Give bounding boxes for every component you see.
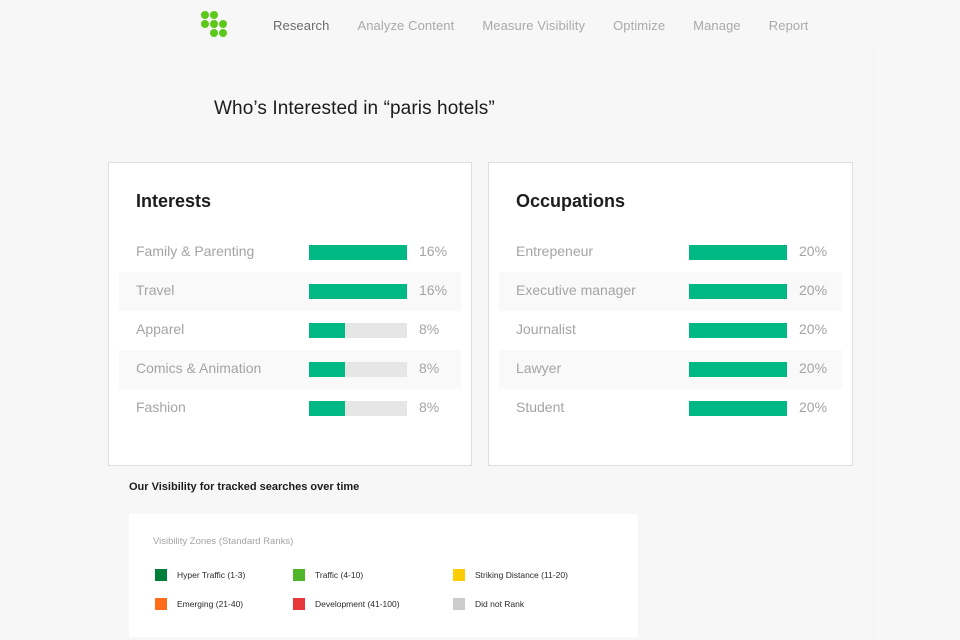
main-nav: Research Analyze Content Measure Visibil… bbox=[273, 18, 836, 33]
legend-item-traffic: Traffic (4-10) bbox=[293, 569, 363, 581]
occupation-row: Entrepeneur 20% bbox=[499, 233, 842, 272]
occupations-card: Occupations Entrepeneur 20% Executive ma… bbox=[488, 162, 853, 466]
nav-item-research[interactable]: Research bbox=[273, 18, 329, 33]
occupation-label: Journalist bbox=[516, 321, 576, 337]
occupation-bar-fill bbox=[689, 245, 787, 260]
legend-label: Traffic (4-10) bbox=[315, 570, 364, 580]
occupation-bar-fill bbox=[689, 362, 787, 377]
occupation-value: 20% bbox=[799, 243, 828, 259]
interests-title: Interests bbox=[136, 191, 212, 211]
legend-item-did-not-rank: Did not Rank bbox=[453, 598, 524, 610]
interest-value: 8% bbox=[419, 399, 440, 415]
legend-label: Striking Distance (11-20) bbox=[475, 570, 568, 580]
occupation-bar bbox=[689, 284, 787, 299]
interest-label: Family & Parenting bbox=[136, 243, 255, 259]
interest-bar bbox=[309, 401, 407, 416]
occupation-bar bbox=[689, 362, 787, 377]
occupation-bar bbox=[689, 323, 787, 338]
legend-label: Emerging (21-40) bbox=[177, 599, 244, 609]
interest-bar-fill bbox=[309, 323, 346, 338]
interest-value: 8% bbox=[419, 360, 440, 376]
interest-bar bbox=[309, 362, 407, 377]
nav-item-measure-visibility[interactable]: Measure Visibility bbox=[482, 18, 585, 33]
interest-bar bbox=[309, 245, 407, 260]
occupation-row: Journalist 20% bbox=[499, 311, 842, 350]
brand-logo-icon[interactable] bbox=[201, 11, 229, 39]
interest-bar-fill bbox=[309, 362, 346, 377]
interest-label: Apparel bbox=[136, 321, 185, 337]
legend-swatch bbox=[293, 598, 305, 610]
occupation-label: Executive manager bbox=[516, 282, 636, 298]
interest-bar bbox=[309, 323, 407, 338]
interest-bar-fill bbox=[309, 284, 407, 299]
occupations-list: Entrepeneur 20% Executive manager 20% Jo… bbox=[499, 233, 842, 428]
legend-swatch bbox=[293, 569, 305, 581]
visibility-panel: Visibility Zones (Standard Ranks) Hyper … bbox=[129, 514, 638, 637]
occupation-label: Lawyer bbox=[516, 360, 562, 376]
occupation-value: 20% bbox=[799, 399, 828, 415]
nav-item-manage[interactable]: Manage bbox=[693, 18, 741, 33]
interest-value: 16% bbox=[419, 282, 448, 298]
occupation-row: Lawyer 20% bbox=[499, 350, 842, 389]
occupation-bar-fill bbox=[689, 284, 787, 299]
visibility-section-title: Our Visibility for tracked searches over… bbox=[129, 481, 360, 493]
interest-bar-fill bbox=[309, 401, 346, 416]
interest-row: Fashion 8% bbox=[119, 389, 461, 428]
legend-label: Did not Rank bbox=[475, 599, 525, 609]
interest-value: 16% bbox=[419, 243, 448, 259]
legend-swatch bbox=[155, 569, 167, 581]
legend-label: Development (41-100) bbox=[315, 599, 400, 609]
legend-swatch bbox=[155, 598, 167, 610]
occupation-bar bbox=[689, 401, 787, 416]
legend-swatch bbox=[453, 569, 465, 581]
interest-value: 8% bbox=[419, 321, 440, 337]
interest-label: Fashion bbox=[136, 399, 186, 415]
nav-item-analyze-content[interactable]: Analyze Content bbox=[357, 18, 454, 33]
occupations-title: Occupations bbox=[516, 191, 626, 211]
interest-bar-fill bbox=[309, 245, 407, 260]
interest-row: Comics & Animation 8% bbox=[119, 350, 461, 389]
nav-item-optimize[interactable]: Optimize bbox=[613, 18, 665, 33]
occupation-row: Executive manager 20% bbox=[499, 272, 842, 311]
page-title: Who’s Interested in “paris hotels” bbox=[214, 98, 495, 119]
occupation-value: 20% bbox=[799, 360, 828, 376]
interest-row: Family & Parenting 16% bbox=[119, 233, 461, 272]
occupation-bar bbox=[689, 245, 787, 260]
occupation-row: Student 20% bbox=[499, 389, 842, 428]
occupation-bar-fill bbox=[689, 401, 787, 416]
occupation-label: Student bbox=[516, 399, 565, 415]
interest-label: Comics & Animation bbox=[136, 360, 262, 376]
page-edge-divider bbox=[873, 50, 874, 640]
interest-row: Travel 16% bbox=[119, 272, 461, 311]
interest-row: Apparel 8% bbox=[119, 311, 461, 350]
legend-item-hyper-traffic: Hyper Traffic (1-3) bbox=[155, 569, 245, 581]
legend-item-development: Development (41-100) bbox=[293, 598, 400, 610]
legend-label: Hyper Traffic (1-3) bbox=[177, 570, 246, 580]
occupation-bar-fill bbox=[689, 323, 787, 338]
interests-card: Interests Family & Parenting 16% Travel … bbox=[108, 162, 472, 466]
interests-list: Family & Parenting 16% Travel 16% Appare… bbox=[119, 233, 461, 428]
occupation-value: 20% bbox=[799, 321, 828, 337]
interest-label: Travel bbox=[136, 282, 175, 298]
nav-item-report[interactable]: Report bbox=[769, 18, 809, 33]
visibility-zones-subtitle: Visibility Zones (Standard Ranks) bbox=[153, 536, 294, 547]
occupation-label: Entrepeneur bbox=[516, 243, 594, 259]
legend-item-emerging: Emerging (21-40) bbox=[155, 598, 243, 610]
legend-item-striking-distance: Striking Distance (11-20) bbox=[453, 569, 568, 581]
interest-bar bbox=[309, 284, 407, 299]
occupation-value: 20% bbox=[799, 282, 828, 298]
legend-swatch bbox=[453, 598, 465, 610]
